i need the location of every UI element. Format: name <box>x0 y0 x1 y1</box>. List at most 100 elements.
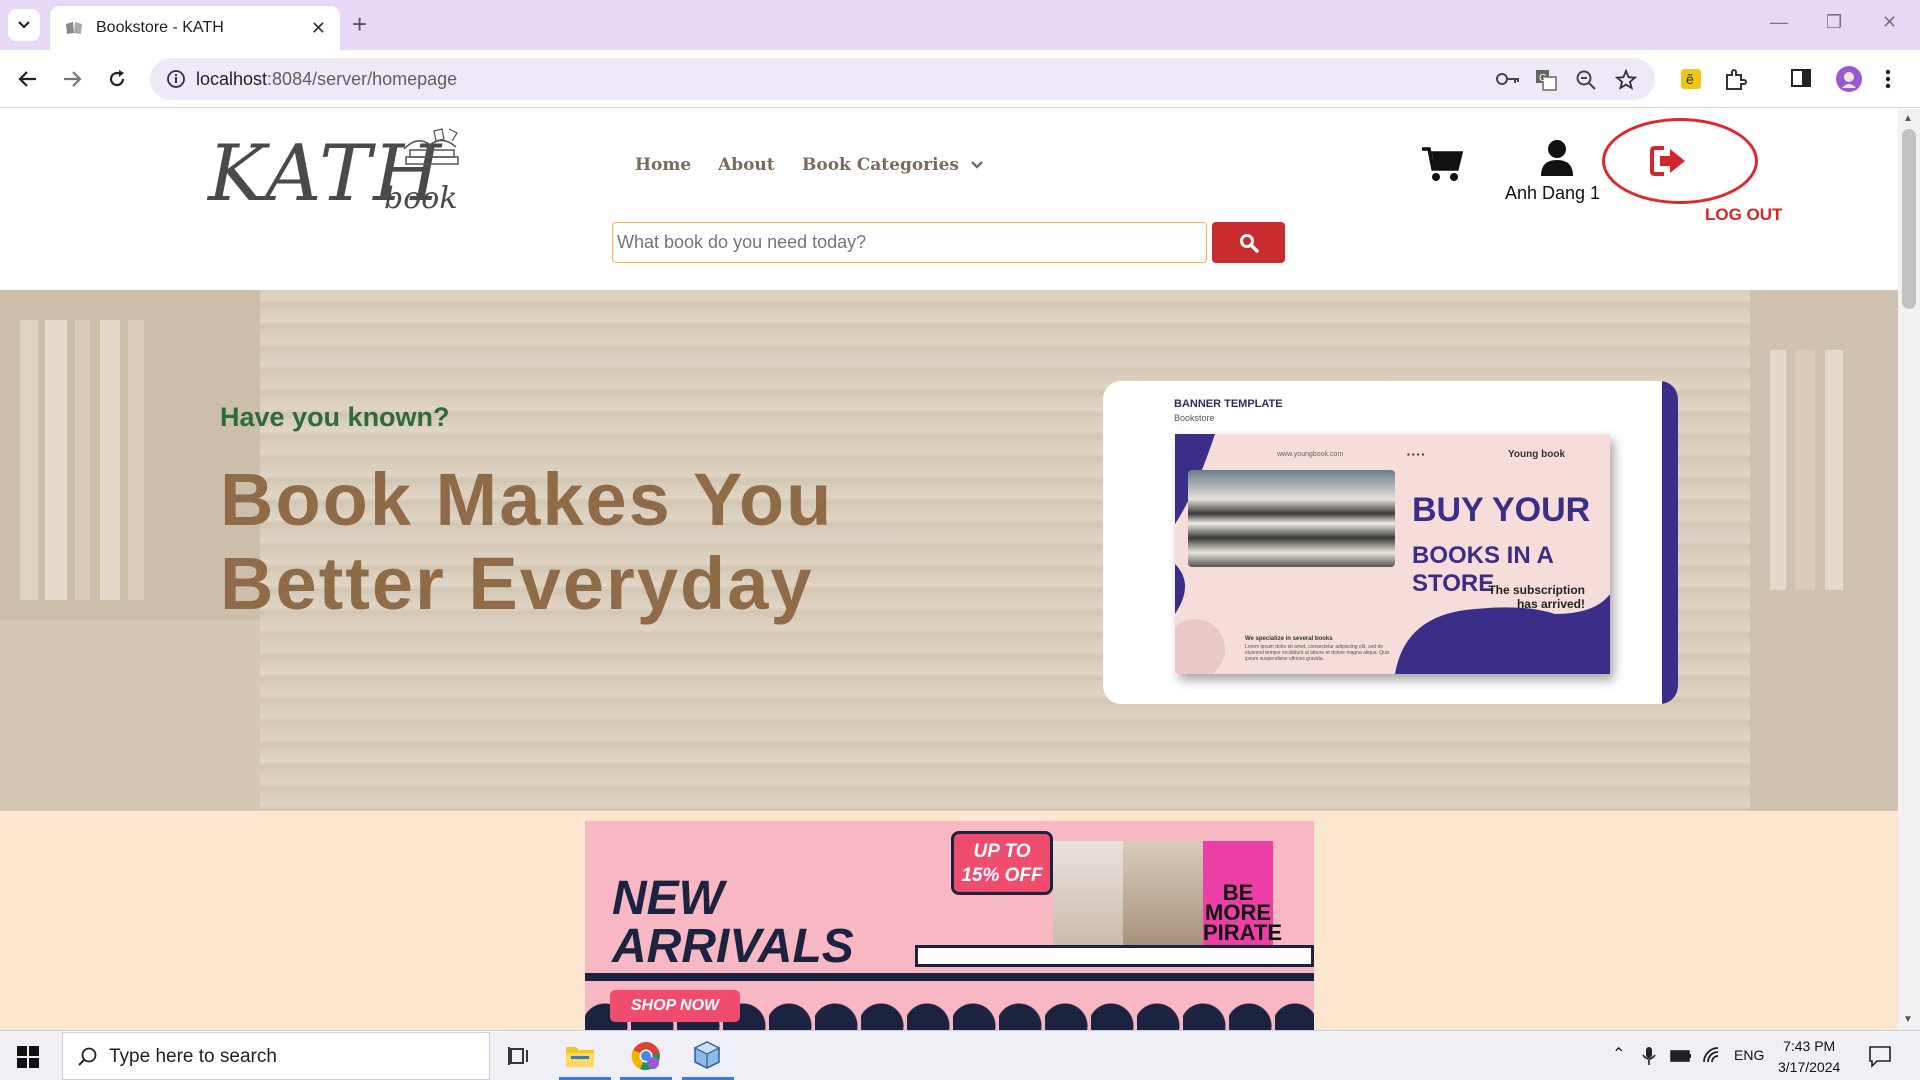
new-arrivals-banner[interactable]: NEW ARRIVALS UP TO 15% OFF BE MORE PIRAT… <box>585 821 1314 1030</box>
logo-sub-text: book <box>384 181 458 216</box>
browser-menu-icon[interactable] <box>1885 68 1891 90</box>
arrow-right-icon <box>64 71 82 87</box>
zoom-out-icon[interactable] <box>1575 69 1597 91</box>
site-header: KATH book Home About Book Categories Wha… <box>0 109 1898 290</box>
book-search-input[interactable] <box>613 223 1206 262</box>
clock-time: 7:43 PM <box>1783 1038 1836 1054</box>
notifications-icon[interactable] <box>1868 1044 1892 1068</box>
hero-banner-card: BANNER TEMPLATE Bookstore www.youngbook.… <box>1103 381 1678 704</box>
book-stack-logo-icon <box>403 128 459 165</box>
tray-chevron-up-icon[interactable]: ⌃ <box>1612 1044 1625 1064</box>
promo-line1: NEW <box>612 872 724 925</box>
taskbar-search-box[interactable]: Type here to search <box>62 1032 490 1080</box>
file-explorer-icon[interactable] <box>565 1043 595 1069</box>
microphone-icon[interactable] <box>1642 1046 1656 1066</box>
banner-book-photo <box>1188 470 1395 567</box>
promo-train <box>915 945 1314 967</box>
promo-section: NEW ARRIVALS UP TO 15% OFF BE MORE PIRAT… <box>0 811 1898 1030</box>
chevron-down-icon <box>971 161 983 169</box>
browser-toolbar: localhost:8084/server/homepage G ẽ <box>0 50 1920 108</box>
username-label[interactable]: Anh Dang 1 <box>1505 183 1600 204</box>
nav-home-link[interactable]: Home <box>635 155 691 175</box>
bookmark-star-icon[interactable] <box>1615 69 1637 91</box>
back-button[interactable] <box>13 64 43 94</box>
scroll-down-arrow[interactable]: ▼ <box>1903 1014 1913 1025</box>
shopping-cart-icon[interactable] <box>1421 145 1463 183</box>
extensions-puzzle-icon[interactable] <box>1724 68 1748 90</box>
virtualbox-cube-icon[interactable] <box>692 1040 722 1070</box>
nav-categories-label: Book Categories <box>802 155 959 175</box>
task-view-icon[interactable] <box>508 1046 530 1066</box>
profile-avatar-icon[interactable] <box>1835 65 1863 93</box>
hero-section: Have you known? Book Makes You Better Ev… <box>0 290 1898 811</box>
wifi-icon[interactable] <box>1702 1046 1722 1064</box>
banner-lorem: Lorem ipsum dolor sit amet, consectetur … <box>1245 644 1390 662</box>
svg-text:G: G <box>1539 73 1547 84</box>
nav-about-link[interactable]: About <box>718 155 775 175</box>
banner-accent-bar <box>1662 381 1678 704</box>
tab-close-icon[interactable]: ✕ <box>311 18 326 39</box>
extension-e-icon[interactable]: ẽ <box>1680 68 1702 90</box>
tab-search-button[interactable] <box>8 9 40 41</box>
new-tab-button[interactable]: + <box>352 10 367 38</box>
web-page: KATH book Home About Book Categories Wha… <box>0 109 1898 1030</box>
url-path: :8084/server/homepage <box>267 69 458 89</box>
reload-icon <box>109 70 125 87</box>
site-info-icon[interactable] <box>166 69 186 89</box>
book-search-box <box>612 222 1207 263</box>
hero-kicker: Have you known? <box>220 402 450 432</box>
url-host: localhost <box>196 69 268 89</box>
page-scrollbar[interactable]: ▲ ▼ <box>1898 109 1920 1030</box>
hero-headline-line2: Better Everyday <box>220 542 814 625</box>
side-panel-icon[interactable] <box>1790 68 1812 88</box>
logout-label[interactable]: LOG OUT <box>1705 205 1782 225</box>
search-icon <box>1239 233 1259 253</box>
promo-rail <box>585 973 1314 981</box>
reload-button[interactable] <box>102 64 132 94</box>
promo-discount-badge: UP TO 15% OFF <box>951 831 1053 895</box>
banner-title: BANNER TEMPLATE <box>1174 398 1283 410</box>
promo-book-3: BE MORE PIRATE <box>1203 841 1282 953</box>
windows-start-icon[interactable] <box>17 1046 39 1068</box>
banner-url: www.youngbook.com <box>1277 451 1344 458</box>
scroll-up-arrow[interactable]: ▲ <box>1903 113 1913 124</box>
password-key-icon[interactable] <box>1495 69 1521 89</box>
windows-taskbar: Type here to search ⌃ ENG 7:43 PM 3/17/2… <box>0 1030 1920 1080</box>
browser-tab-bar: Bookstore - KATH ✕ + — ❐ ✕ <box>0 0 1920 50</box>
user-account-icon[interactable] <box>1540 139 1574 177</box>
shop-now-button[interactable]: SHOP NOW <box>610 990 740 1022</box>
window-close-button[interactable]: ✕ <box>1882 12 1897 33</box>
language-indicator[interactable]: ENG <box>1734 1047 1764 1063</box>
arrow-left-icon <box>18 71 36 87</box>
taskbar-clock[interactable]: 7:43 PM 3/17/2024 <box>1778 1036 1840 1078</box>
search-button[interactable] <box>1212 222 1285 263</box>
promo-book-2 <box>1123 841 1203 953</box>
banner-social-icons: ▪▪▪▪ <box>1407 450 1427 459</box>
chevron-down-icon <box>18 21 30 29</box>
banner-template-image: www.youngbook.com ▪▪▪▪ Young book BUY YO… <box>1175 434 1610 674</box>
translate-icon[interactable]: G <box>1535 69 1557 91</box>
browser-tab[interactable]: Bookstore - KATH ✕ <box>50 6 340 50</box>
taskbar-search-placeholder: Type here to search <box>109 1046 277 1067</box>
hero-headline-line1: Book Makes You <box>220 458 834 541</box>
url-text[interactable]: localhost:8084/server/homepage <box>196 69 457 90</box>
banner-spec: We specialize in several books <box>1245 636 1333 642</box>
scrollbar-thumb[interactable] <box>1902 129 1916 309</box>
nav-categories-link[interactable]: Book Categories <box>802 155 983 175</box>
logout-icon[interactable] <box>1650 145 1688 177</box>
site-logo[interactable]: KATH book <box>208 127 459 227</box>
hero-headline: Book Makes You Better Everyday <box>220 458 833 626</box>
clock-date: 3/17/2024 <box>1778 1059 1841 1075</box>
battery-icon[interactable] <box>1670 1048 1692 1064</box>
tab-title: Bookstore - KATH <box>96 19 224 36</box>
banner-headline-1: BUY YOUR <box>1412 491 1591 529</box>
search-icon <box>78 1047 97 1066</box>
minimize-button[interactable]: — <box>1770 12 1788 33</box>
banner-brand: Young book <box>1508 449 1566 460</box>
book-favicon-icon <box>66 22 82 34</box>
chrome-icon[interactable] <box>631 1041 661 1071</box>
restore-button[interactable]: ❐ <box>1826 12 1842 33</box>
forward-button[interactable] <box>57 64 87 94</box>
banner-subtitle: Bookstore <box>1174 413 1215 423</box>
address-bar[interactable]: localhost:8084/server/homepage G <box>150 58 1655 100</box>
